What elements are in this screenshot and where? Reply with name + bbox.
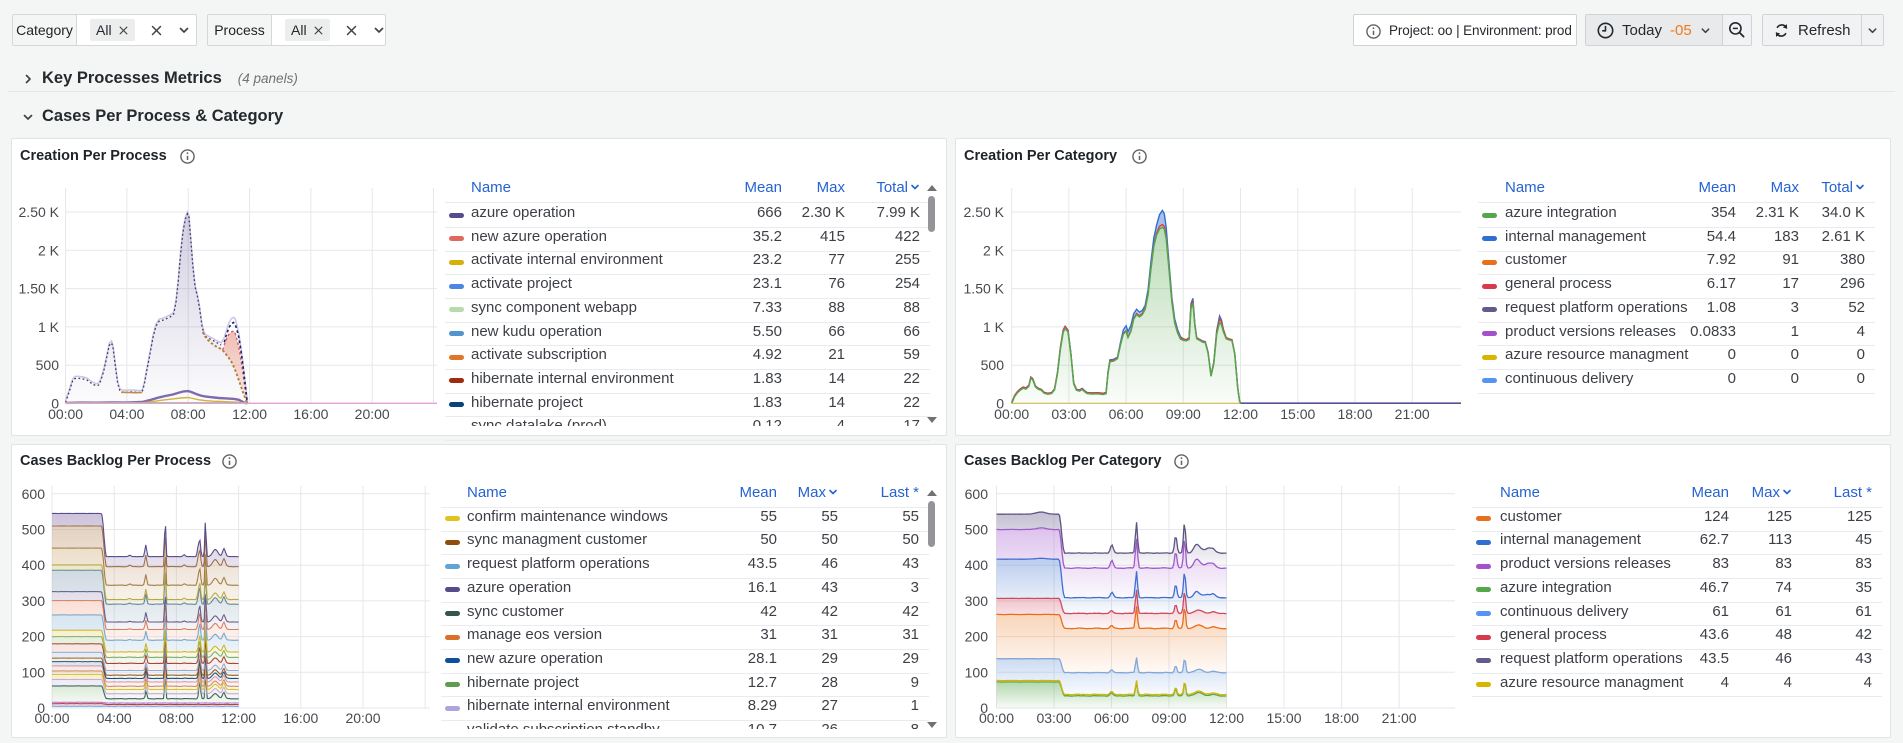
svg-text:00:00: 00:00 <box>34 710 69 726</box>
svg-text:04:00: 04:00 <box>97 710 132 726</box>
svg-text:21:00: 21:00 <box>1382 710 1417 726</box>
svg-text:16:00: 16:00 <box>283 710 318 726</box>
svg-text:200: 200 <box>22 629 46 645</box>
svg-text:00:00: 00:00 <box>994 406 1029 422</box>
svg-text:08:00: 08:00 <box>159 710 194 726</box>
svg-text:500: 500 <box>22 522 46 538</box>
svg-text:03:00: 03:00 <box>1036 710 1071 726</box>
svg-text:400: 400 <box>965 557 989 573</box>
svg-text:100: 100 <box>22 664 46 680</box>
svg-text:09:00: 09:00 <box>1151 710 1186 726</box>
svg-text:2 K: 2 K <box>983 242 1005 258</box>
svg-text:100: 100 <box>965 664 989 680</box>
svg-text:600: 600 <box>965 486 989 502</box>
svg-text:300: 300 <box>22 593 46 609</box>
svg-text:12:00: 12:00 <box>232 406 267 422</box>
svg-text:20:00: 20:00 <box>345 710 380 726</box>
svg-text:1 K: 1 K <box>38 319 60 335</box>
svg-text:08:00: 08:00 <box>171 406 206 422</box>
svg-text:00:00: 00:00 <box>48 406 83 422</box>
svg-text:1.50 K: 1.50 K <box>19 281 60 297</box>
svg-text:1.50 K: 1.50 K <box>964 281 1005 297</box>
svg-text:200: 200 <box>965 629 989 645</box>
svg-text:18:00: 18:00 <box>1337 406 1372 422</box>
svg-text:1 K: 1 K <box>983 319 1005 335</box>
svg-text:600: 600 <box>22 486 46 502</box>
svg-text:18:00: 18:00 <box>1324 710 1359 726</box>
svg-text:400: 400 <box>22 557 46 573</box>
svg-text:500: 500 <box>965 522 989 538</box>
svg-text:16:00: 16:00 <box>293 406 328 422</box>
svg-text:500: 500 <box>36 357 60 373</box>
svg-text:20:00: 20:00 <box>355 406 390 422</box>
svg-text:15:00: 15:00 <box>1266 710 1301 726</box>
svg-text:2.50 K: 2.50 K <box>964 204 1005 220</box>
svg-text:300: 300 <box>965 593 989 609</box>
svg-text:12:00: 12:00 <box>221 710 256 726</box>
svg-text:21:00: 21:00 <box>1395 406 1430 422</box>
svg-text:2.50 K: 2.50 K <box>19 204 60 220</box>
svg-text:04:00: 04:00 <box>109 406 144 422</box>
svg-text:500: 500 <box>981 357 1005 373</box>
svg-text:06:00: 06:00 <box>1094 710 1129 726</box>
svg-text:00:00: 00:00 <box>979 710 1014 726</box>
svg-text:12:00: 12:00 <box>1223 406 1258 422</box>
svg-text:06:00: 06:00 <box>1109 406 1144 422</box>
svg-text:15:00: 15:00 <box>1280 406 1315 422</box>
svg-text:03:00: 03:00 <box>1051 406 1086 422</box>
svg-text:12:00: 12:00 <box>1209 710 1244 726</box>
svg-text:09:00: 09:00 <box>1166 406 1201 422</box>
svg-text:2 K: 2 K <box>38 242 60 258</box>
